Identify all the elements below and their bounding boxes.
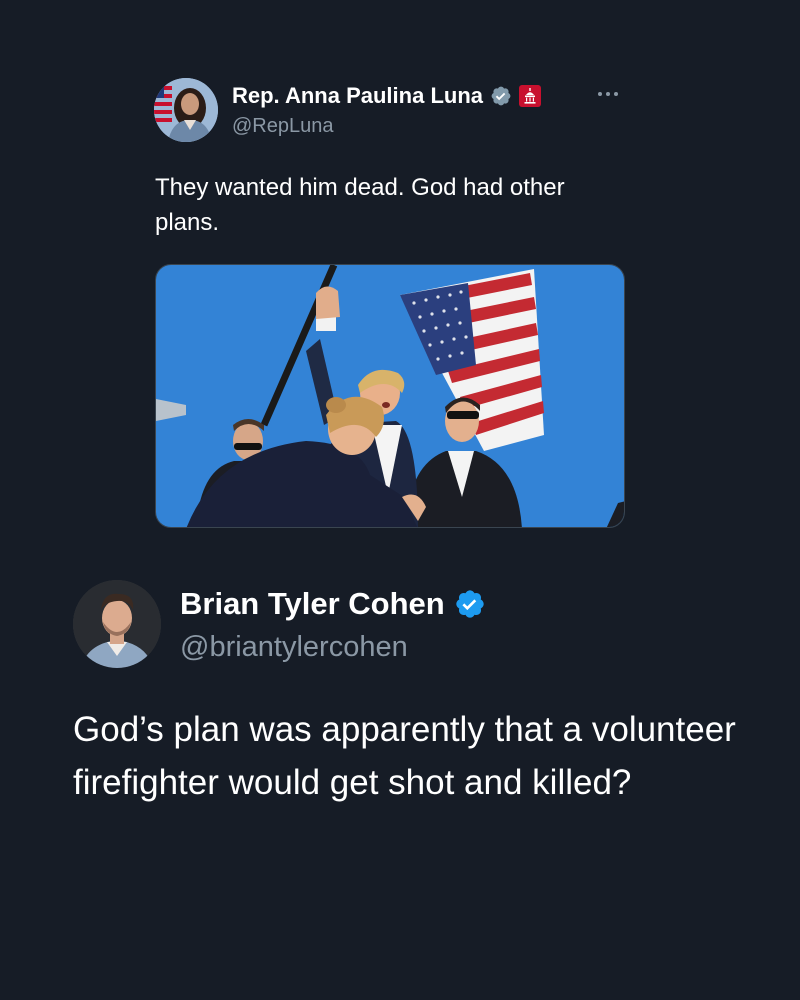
reply-author-avatar[interactable]	[73, 580, 161, 668]
avatar-photo	[73, 580, 161, 668]
avatar-photo	[154, 78, 218, 142]
quoted-tweet-photo[interactable]	[155, 264, 625, 528]
quoted-author-name[interactable]: Rep. Anna Paulina Luna	[232, 83, 483, 109]
verified-badge-icon	[456, 590, 484, 618]
ellipsis-dot	[598, 92, 602, 96]
verified-badge-icon	[491, 86, 511, 106]
government-affiliation-badge-icon[interactable]	[519, 85, 541, 107]
reply-author-name[interactable]: Brian Tyler Cohen	[180, 586, 445, 622]
reply-author-name-row: Brian Tyler Cohen	[180, 585, 486, 623]
ellipsis-dot	[606, 92, 610, 96]
quoted-author-name-row: Rep. Anna Paulina Luna	[232, 83, 541, 109]
ellipsis-icon[interactable]	[598, 86, 624, 102]
capitol-icon	[524, 88, 536, 104]
reply-tweet-text: God’s plan was apparently that a volunte…	[73, 710, 736, 802]
quoted-author-handle[interactable]: @RepLuna	[232, 115, 333, 138]
quoted-author-avatar[interactable]	[154, 78, 218, 142]
reply-author-handle[interactable]: @briantylercohen	[180, 631, 408, 664]
ellipsis-dot	[614, 92, 618, 96]
quoted-tweet-text: They wanted him dead. God had other plan…	[155, 174, 565, 236]
rally-photo-image	[156, 265, 624, 527]
